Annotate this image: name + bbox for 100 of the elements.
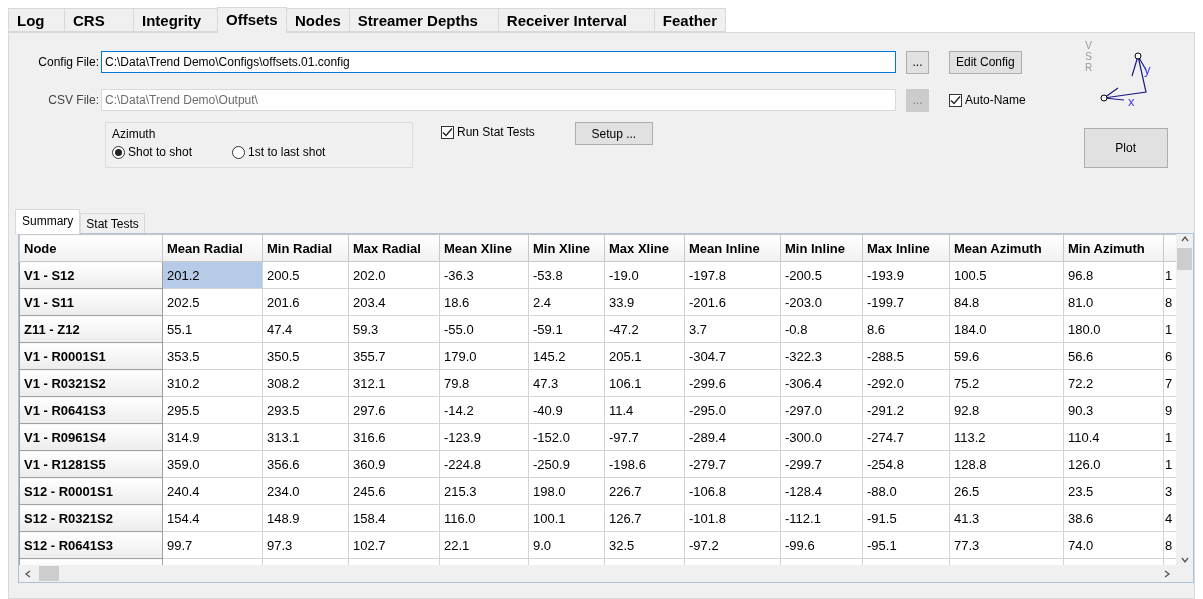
- radio-option[interactable]: Shot to shot: [112, 145, 193, 159]
- table-cell: 22.1: [439, 531, 529, 559]
- table-cell: 72.2: [1063, 369, 1164, 397]
- table-cell: 47.3: [528, 369, 605, 397]
- tab[interactable]: Summary: [15, 209, 81, 234]
- table-cell: -200.5: [780, 261, 863, 289]
- table-cell: 59.3: [348, 315, 440, 343]
- plot-button[interactable]: Plot: [1083, 128, 1168, 168]
- table-cell: 97.3: [262, 531, 349, 559]
- table-cell: 184.0: [949, 315, 1064, 343]
- table-cell: 202.0: [348, 261, 440, 289]
- table-cell: -152.0: [528, 423, 605, 451]
- scroll-left-icon[interactable]: [23, 568, 33, 579]
- column-header[interactable]: Min Inline: [780, 234, 863, 262]
- table-cell: 90.3: [1063, 396, 1164, 424]
- table-cell: -198.6: [604, 450, 685, 478]
- table-cell: -99.6: [780, 531, 863, 559]
- column-header[interactable]: Mean Radial: [162, 234, 263, 262]
- table-cell: 102.7: [348, 531, 440, 559]
- table-cell: -300.0: [780, 423, 863, 451]
- column-header[interactable]: Max Inline: [862, 234, 950, 262]
- edit-config-button[interactable]: Edit Config: [949, 50, 1022, 74]
- table-cell: -128.4: [780, 477, 863, 505]
- table-cell: 11.4: [604, 396, 685, 424]
- row-header[interactable]: S12 - R0001S1: [19, 477, 163, 505]
- browse-button[interactable]: ...: [906, 50, 929, 74]
- table-cell: 99.7: [162, 531, 263, 559]
- table-cell: -112.1: [780, 504, 863, 532]
- table-cell: 84.8: [949, 288, 1064, 316]
- column-header[interactable]: Min Xline: [528, 234, 605, 262]
- run-stat-tests-checkbox[interactable]: Run Stat Tests: [441, 125, 535, 139]
- table-cell: -203.0: [780, 288, 863, 316]
- column-header[interactable]: Min Azimuth: [1063, 234, 1164, 262]
- tab[interactable]: Nodes: [286, 8, 350, 32]
- vertical-scrollbar[interactable]: [1176, 234, 1193, 565]
- column-header[interactable]: Max Xline: [604, 234, 685, 262]
- table-cell: -304.7: [684, 342, 781, 370]
- table-cell: 75.2: [949, 369, 1064, 397]
- table-cell: 202.5: [162, 288, 263, 316]
- column-header[interactable]: Mean Xline: [439, 234, 529, 262]
- table-cell: 33.9: [604, 288, 685, 316]
- table-cell: 74.0: [1063, 531, 1164, 559]
- column-header[interactable]: Min Radial: [262, 234, 349, 262]
- row-header[interactable]: V1 - R0641S3: [19, 396, 163, 424]
- horizontal-scrollbar[interactable]: [19, 565, 1176, 582]
- table-cell: 145.2: [528, 342, 605, 370]
- row-header[interactable]: S12 - R0321S2: [19, 504, 163, 532]
- scroll-right-icon[interactable]: [1162, 568, 1172, 579]
- table-cell: 47.4: [262, 315, 349, 343]
- scroll-up-icon[interactable]: [1179, 234, 1190, 244]
- table-cell: 106.1: [604, 369, 685, 397]
- file-path-field[interactable]: C:\Data\Trend Demo\Configs\offsets.01.config: [101, 51, 896, 73]
- table-cell: 313.1: [262, 423, 349, 451]
- table-cell: 18.6: [439, 288, 529, 316]
- row-header[interactable]: V1 - S12: [19, 261, 163, 289]
- table-cell: 356.6: [262, 450, 349, 478]
- table-cell: -97.2: [684, 531, 781, 559]
- row-header[interactable]: S12 - R0641S3: [19, 531, 163, 559]
- tab[interactable]: Receiver Interval: [497, 8, 655, 32]
- table-cell: 56.6: [1063, 342, 1164, 370]
- table-cell: 359.0: [162, 450, 263, 478]
- row-header[interactable]: V1 - S11: [19, 288, 163, 316]
- table-cell: -97.7: [604, 423, 685, 451]
- column-header[interactable]: Mean Azimuth: [949, 234, 1064, 262]
- setup-button[interactable]: Setup ...: [574, 122, 653, 145]
- table-cell: 32.5: [604, 531, 685, 559]
- tab[interactable]: CRS: [64, 8, 134, 32]
- table-cell: 245.6: [348, 477, 440, 505]
- row-header[interactable]: V1 - R0321S2: [19, 369, 163, 397]
- scroll-thumb[interactable]: [1177, 248, 1192, 270]
- table-cell: 23.5: [1063, 477, 1164, 505]
- table-cell: 198.0: [528, 477, 605, 505]
- table-cell: -55.0: [439, 315, 529, 343]
- column-header[interactable]: Node: [19, 234, 163, 262]
- tab[interactable]: Offsets: [217, 7, 287, 33]
- table-cell: -288.5: [862, 342, 950, 370]
- column-header[interactable]: Mean Inline: [684, 234, 781, 262]
- radio-option[interactable]: 1st to last shot: [232, 145, 326, 159]
- table-cell: -193.9: [862, 261, 950, 289]
- column-header[interactable]: Max Radial: [348, 234, 440, 262]
- table-cell: 297.6: [348, 396, 440, 424]
- tab[interactable]: Log: [8, 8, 65, 32]
- tab[interactable]: Streamer Depths: [348, 8, 499, 32]
- table-cell: 312.1: [348, 369, 440, 397]
- row-header[interactable]: V1 - R0001S1: [19, 342, 163, 370]
- row-header[interactable]: Z11 - Z12: [19, 315, 163, 343]
- table-cell: -292.0: [862, 369, 950, 397]
- tab[interactable]: Feather: [653, 8, 727, 32]
- table-cell: 200.5: [262, 261, 349, 289]
- auto-name-checkbox[interactable]: Auto-Name: [949, 93, 1026, 107]
- tab[interactable]: Integrity: [133, 8, 218, 32]
- scroll-thumb[interactable]: [39, 566, 59, 581]
- table-cell: -274.7: [862, 423, 950, 451]
- table-cell: 128.8: [949, 450, 1064, 478]
- table-cell: -254.8: [862, 450, 950, 478]
- table-cell: -295.0: [684, 396, 781, 424]
- row-header[interactable]: V1 - R1281S5: [19, 450, 163, 478]
- tab[interactable]: Stat Tests: [80, 213, 145, 233]
- row-header[interactable]: V1 - R0961S4: [19, 423, 163, 451]
- scroll-down-icon[interactable]: [1179, 555, 1190, 565]
